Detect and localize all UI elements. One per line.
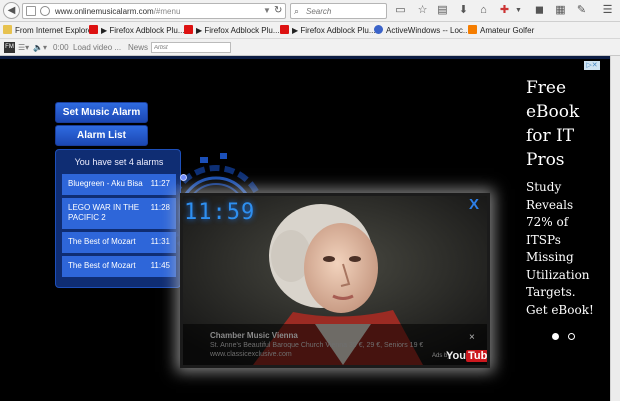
vertical-scrollbar[interactable] (610, 56, 620, 401)
player-logo-icon[interactable]: FM (4, 42, 15, 53)
blogger-icon (468, 25, 477, 34)
ad-url[interactable]: www.classicexclusive.com (210, 351, 292, 358)
alarm-item[interactable]: The Best of Mozart 11:45 (62, 256, 187, 277)
news-button[interactable]: News (128, 41, 148, 54)
menu-icon[interactable]: ☰ (600, 3, 615, 18)
page-identity-icon[interactable] (26, 6, 36, 16)
side-ad-body: Study Reveals 72% of ITSPs Missing Utili… (526, 180, 594, 317)
addon-dropdown-icon[interactable]: ▼ (511, 3, 526, 18)
header-strip (0, 56, 610, 59)
search-input[interactable] (306, 5, 384, 17)
addon-icon[interactable]: ✚ (497, 3, 512, 18)
side-ad-title: Free eBook for IT Pros (526, 78, 580, 170)
clipboard-icon[interactable]: ▤ (435, 3, 450, 18)
alarm-time: 11:28 (150, 203, 170, 212)
alarm-item[interactable]: Bluegreen - Aku Bisa 11:27 (62, 174, 187, 195)
bookmark-item[interactable]: Amateur Golfer (468, 24, 534, 37)
navigation-toolbar: ◀ www.onlinemusicalarm.com/#menu ▼ ↻ ⌕ ▭… (0, 0, 620, 22)
url-host: www.onlinemusicalarm.com (55, 7, 154, 16)
alarm-time: 11:45 (150, 261, 170, 270)
carousel-dot[interactable] (568, 333, 575, 340)
alarm-time: 11:31 (150, 237, 170, 246)
alarm-name: The Best of Mozart (68, 261, 136, 270)
alarm-name: Bluegreen - Aku Bisa (68, 179, 143, 188)
back-button[interactable]: ◀ (3, 2, 20, 19)
youtube-icon (280, 25, 289, 34)
digital-clock: 11:59 (184, 200, 256, 225)
youtube-icon (184, 25, 193, 34)
bookmark-item[interactable]: ▶ Firefox Adblock Plu... (184, 24, 280, 37)
alarm-item[interactable]: LEGO WAR IN THE PACIFIC 2 11:28 (62, 198, 187, 229)
addon-toolbar: FM ☰▾ 🔈▾ 0:00 Load video ... News (0, 39, 620, 56)
playlist-icon[interactable]: ☰▾ (18, 41, 29, 54)
artist-input[interactable] (151, 42, 231, 53)
notes-icon[interactable]: ✎ (574, 3, 589, 18)
activewindows-icon (374, 25, 383, 34)
alarm-name: LEGO WAR IN THE PACIFIC 2 (68, 203, 140, 222)
set-music-alarm-button[interactable]: Set Music Alarm (55, 102, 148, 123)
video-close-button[interactable]: X (469, 197, 479, 213)
volume-icon[interactable]: 🔈▾ (33, 41, 47, 54)
url-bar[interactable]: www.onlinemusicalarm.com/#menu ▼ ↻ (22, 3, 286, 19)
extension-icon[interactable]: ◼ (532, 3, 547, 18)
youtube-icon (89, 25, 98, 34)
alarm-list-panel: You have set 4 alarms Bluegreen - Aku Bi… (55, 149, 187, 288)
bookmarks-library-icon[interactable]: ▦ (553, 3, 568, 18)
bookmarks-toolbar: From Internet Explorer ▶ Firefox Adblock… (0, 22, 620, 39)
alarm-item[interactable]: The Best of Mozart 11:31 (62, 232, 187, 253)
alarm-name: The Best of Mozart (68, 237, 136, 246)
carousel-dot-active[interactable] (552, 333, 559, 340)
search-bar[interactable]: ⌕ (290, 3, 387, 19)
bookmark-item[interactable]: From Internet Explorer (3, 24, 95, 37)
bookmark-item[interactable]: ▶ Firefox Adblock Plu... (280, 24, 376, 37)
alarm-count-text: You have set 4 alarms (74, 157, 164, 167)
url-dropdown-icon[interactable]: ▼ (263, 4, 271, 18)
alarm-time: 11:27 (150, 179, 170, 188)
ad-choices-icon[interactable]: ▷✕ (584, 61, 600, 70)
home-icon[interactable]: ⌂ (476, 3, 491, 18)
ad-description: St. Anne's Beautiful Baroque Church Vien… (210, 342, 424, 349)
player-time: 0:00 (53, 43, 69, 52)
globe-icon (40, 6, 50, 16)
ad-title[interactable]: Chamber Music Vienna (210, 331, 298, 340)
url-text[interactable]: www.onlinemusicalarm.com/#menu (55, 5, 180, 18)
url-path: /#menu (153, 7, 181, 16)
bookmark-star-icon[interactable]: ☆ (415, 3, 430, 18)
back-arrow-icon: ◀ (7, 5, 16, 16)
browser-window: ◀ www.onlinemusicalarm.com/#menu ▼ ↻ ⌕ ▭… (0, 0, 620, 401)
search-icon: ⌕ (294, 6, 300, 16)
folder-icon (3, 25, 12, 34)
ad-close-icon[interactable]: × (469, 332, 475, 343)
bookmark-item[interactable]: ▶ Firefox Adblock Plu... (89, 24, 185, 37)
alarm-list-button[interactable]: Alarm List (55, 125, 148, 146)
reload-icon[interactable]: ↻ (274, 4, 282, 18)
reader-view-icon[interactable]: ▭ (393, 3, 408, 18)
youtube-logo[interactable]: YouTube (446, 350, 487, 362)
bookmark-item[interactable]: ActiveWindows -- Loc... (374, 24, 470, 37)
delete-alarm-icon[interactable] (180, 174, 187, 181)
page-content: Set Music Alarm Alarm List You have set … (0, 56, 610, 401)
side-advertisement[interactable]: Free eBook for IT Pros Study Reveals 72%… (526, 76, 610, 319)
load-video-button[interactable]: Load video ... (73, 41, 121, 54)
download-icon[interactable]: ⬇ (456, 3, 471, 18)
